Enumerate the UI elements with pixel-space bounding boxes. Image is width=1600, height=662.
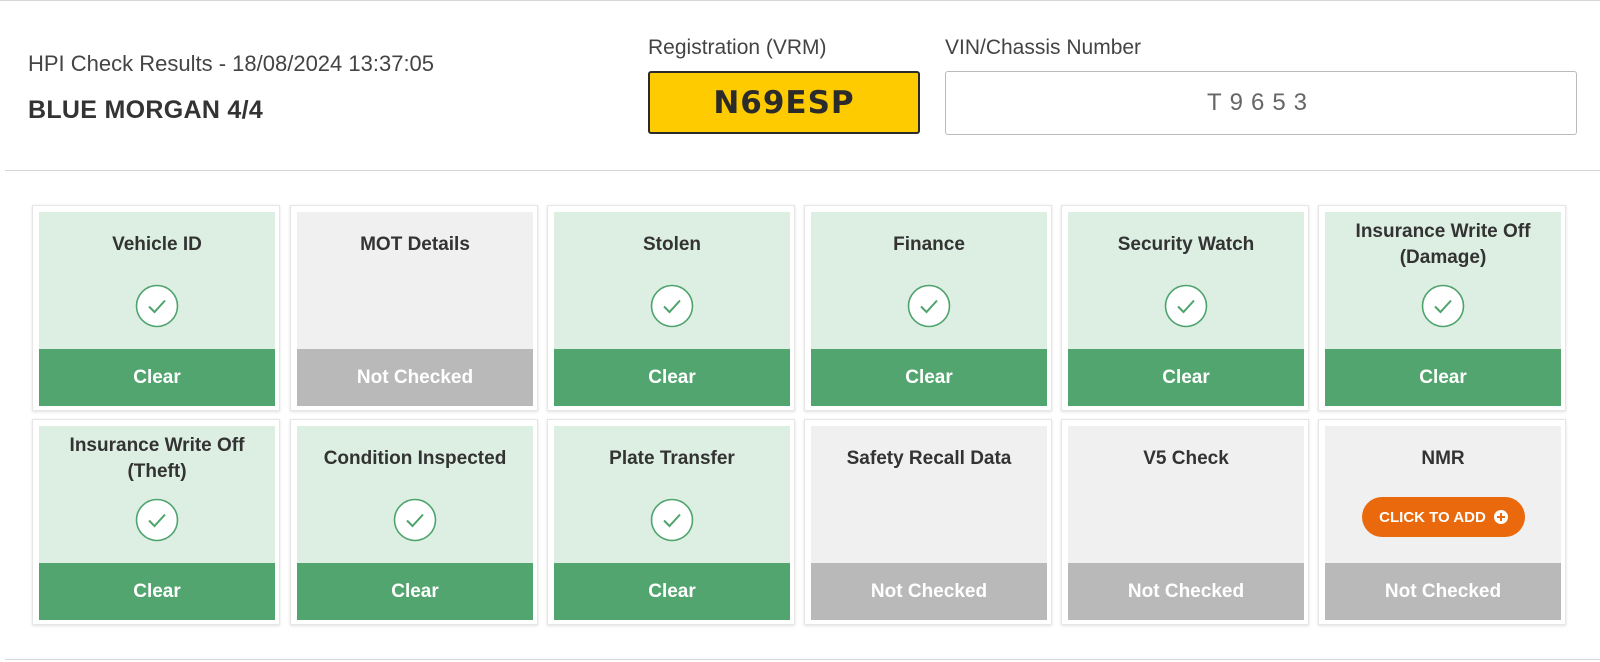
status-bar: Clear	[1068, 349, 1304, 406]
check-circle-icon	[650, 498, 694, 542]
card-title: Plate Transfer	[609, 448, 735, 469]
header-divider	[5, 170, 1600, 171]
check-card-safety-recall-data: Safety Recall Data Not Checked	[804, 419, 1052, 625]
check-card-insurance-write-off-damage: Insurance Write Off (Damage) Clear	[1318, 205, 1566, 411]
status-bar: Not Checked	[1068, 563, 1304, 620]
status-bar: Not Checked	[1325, 563, 1561, 620]
registration-plate: N69ESP	[648, 71, 920, 134]
card-body: Insurance Write Off (Damage) Clear	[1325, 212, 1561, 406]
check-card-plate-transfer: Plate Transfer Clear	[547, 419, 795, 625]
card-title: Condition Inspected	[323, 448, 507, 469]
add-button-label: CLICK TO ADD	[1379, 508, 1486, 526]
check-circle-icon	[135, 498, 179, 542]
plus-circle-icon	[1493, 510, 1508, 524]
card-body: Safety Recall Data Not Checked	[811, 426, 1047, 620]
card-title: Safety Recall Data	[846, 448, 1012, 469]
card-body: Insurance Write Off (Theft) Clear	[39, 426, 275, 620]
check-card-security-watch: Security Watch Clear	[1061, 205, 1309, 411]
card-title: V5 Check	[1143, 448, 1229, 469]
card-title-line: Insurance Write Off	[69, 435, 245, 456]
card-body: Security Watch Clear	[1068, 212, 1304, 406]
click-to-add-button[interactable]: CLICK TO ADD	[1362, 497, 1525, 537]
check-card-finance: Finance Clear	[804, 205, 1052, 411]
card-title-line: (Damage)	[1399, 247, 1487, 268]
card-body: V5 Check Not Checked	[1068, 426, 1304, 620]
card-title: Vehicle ID	[112, 234, 202, 255]
status-bar: Clear	[554, 349, 790, 406]
check-circle-icon	[650, 284, 694, 328]
check-circle-icon	[1421, 284, 1465, 328]
card-title: Stolen	[642, 234, 702, 255]
card-body: Vehicle ID Clear	[39, 212, 275, 406]
card-title: Security Watch	[1117, 234, 1255, 255]
check-circle-icon	[393, 498, 437, 542]
card-title: MOT Details	[360, 234, 470, 255]
vin-field: T9653	[945, 71, 1577, 135]
results-timestamp: HPI Check Results - 18/08/2024 13:37:05	[28, 51, 435, 76]
check-card-mot-details: MOT Details Not Checked	[290, 205, 538, 411]
status-bar: Not Checked	[811, 563, 1047, 620]
card-body: Condition Inspected Clear	[297, 426, 533, 620]
card-title: Insurance Write Off (Damage)	[1325, 219, 1561, 271]
status-bar: Not Checked	[297, 349, 533, 406]
card-body: Finance Clear	[811, 212, 1047, 406]
card-title-line: Insurance Write Off	[1355, 221, 1531, 242]
card-title: Finance	[893, 234, 965, 255]
bottom-divider	[5, 659, 1600, 660]
check-card-v5-check: V5 Check Not Checked	[1061, 419, 1309, 625]
card-body: NMR CLICK TO ADD Not Checked	[1325, 426, 1561, 620]
registration-label: Registration (VRM)	[648, 36, 827, 59]
check-card-stolen: Stolen Clear	[547, 205, 795, 411]
card-title: NMR	[1421, 448, 1465, 469]
vin-label: VIN/Chassis Number	[945, 36, 1142, 59]
card-body: Stolen Clear	[554, 212, 790, 406]
status-bar: Clear	[811, 349, 1047, 406]
top-divider	[0, 0, 1600, 1]
check-circle-icon	[1164, 284, 1208, 328]
status-bar: Clear	[297, 563, 533, 620]
check-circle-icon	[135, 284, 179, 328]
card-title: Insurance Write Off (Theft)	[39, 433, 275, 485]
check-circle-icon	[907, 284, 951, 328]
status-bar: Clear	[1325, 349, 1561, 406]
status-bar: Clear	[39, 563, 275, 620]
check-card-insurance-write-off-theft: Insurance Write Off (Theft) Clear	[32, 419, 280, 625]
card-title-line: (Theft)	[127, 461, 187, 482]
check-card-condition-inspected: Condition Inspected Clear	[290, 419, 538, 625]
status-bar: Clear	[39, 349, 275, 406]
check-card-vehicle-id: Vehicle ID Clear	[32, 205, 280, 411]
status-bar: Clear	[554, 563, 790, 620]
check-card-nmr: NMR CLICK TO ADD Not Checked	[1318, 419, 1566, 625]
card-body: Plate Transfer Clear	[554, 426, 790, 620]
vehicle-name: BLUE MORGAN 4/4	[28, 96, 264, 124]
card-body: MOT Details Not Checked	[297, 212, 533, 406]
